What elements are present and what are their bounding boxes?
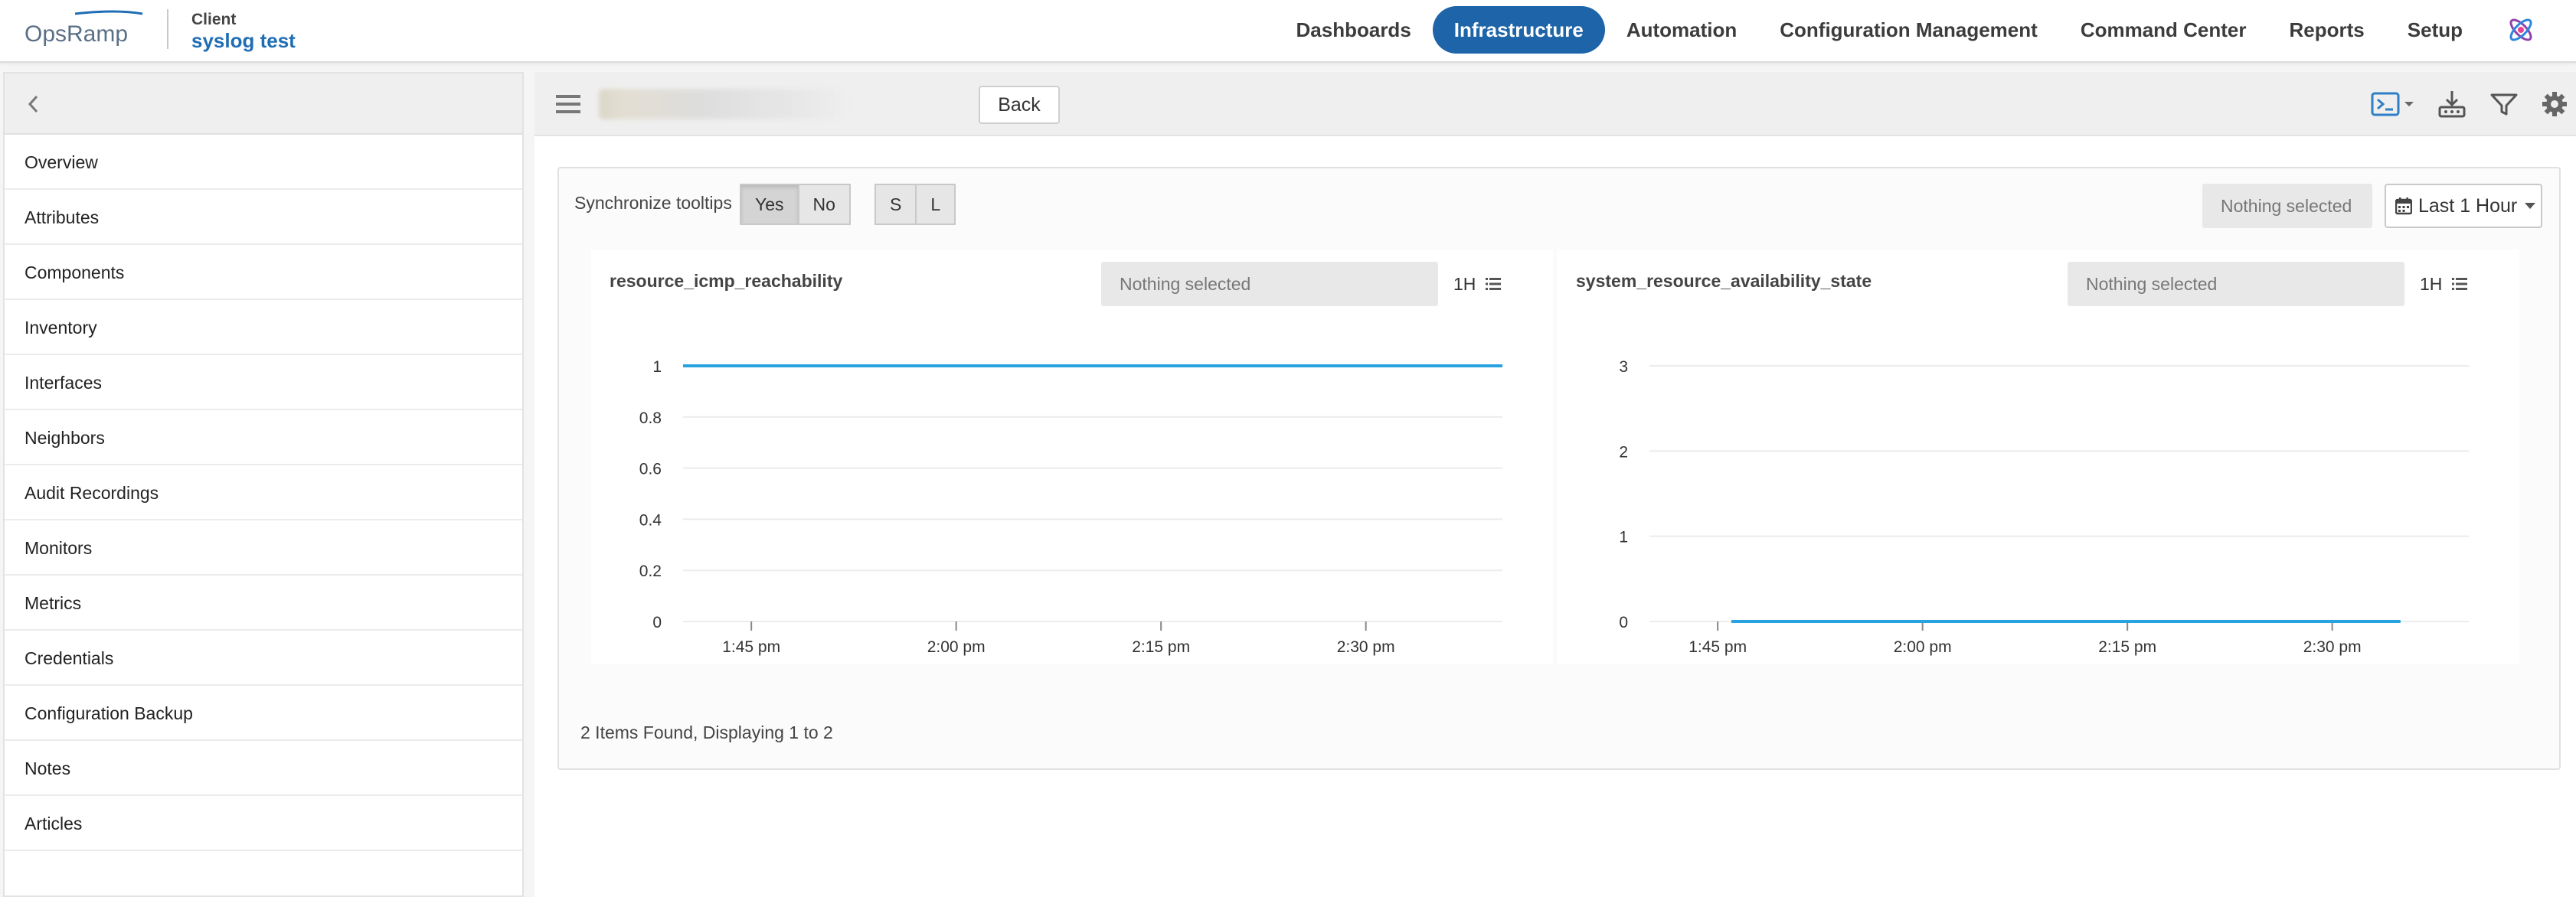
chart-card-icmp-reachability: resource_icmp_reachability Nothing selec…: [591, 250, 1553, 664]
y-tick-label: 3: [1619, 358, 1628, 376]
gear-icon[interactable]: [2541, 87, 2568, 121]
y-tick-label: 2: [1619, 443, 1628, 461]
logo-divider: [167, 9, 168, 49]
y-tick-label: 0.4: [639, 511, 662, 529]
x-tick-label: 1:45 pm: [722, 638, 780, 656]
sidebar-item-articles[interactable]: Articles: [5, 796, 522, 851]
chart-metric-select[interactable]: Nothing selected: [1101, 262, 1438, 306]
sidebar-item-inventory[interactable]: Inventory: [5, 300, 522, 355]
back-button[interactable]: Back: [979, 86, 1060, 124]
metrics-panel: Synchronize tooltips Yes No S L Nothing …: [557, 167, 2561, 770]
sidebar-item-attributes[interactable]: Attributes: [5, 190, 522, 245]
chart-size-toggle: S L: [874, 184, 956, 225]
chart-card-availability-state: system_resource_availability_state Nothi…: [1558, 250, 2519, 664]
sidebar-item-notes[interactable]: Notes: [5, 741, 522, 796]
sync-no-button[interactable]: No: [799, 184, 851, 225]
chart-metric-select[interactable]: Nothing selected: [2068, 262, 2404, 306]
global-metric-select[interactable]: Nothing selected: [2202, 184, 2372, 228]
chart-title: resource_icmp_reachability: [610, 271, 843, 291]
resource-sidebar: Overview Attributes Components Inventory…: [3, 72, 524, 897]
nav-dashboards[interactable]: Dashboards: [1275, 6, 1433, 54]
x-tick-label: 2:00 pm: [1894, 638, 1952, 656]
nav-automation[interactable]: Automation: [1605, 6, 1758, 54]
y-tick-label: 0: [1619, 614, 1628, 631]
sidebar-item-neighbors[interactable]: Neighbors: [5, 410, 522, 465]
y-tick-label: 0: [652, 614, 662, 631]
sidebar-header: [5, 73, 522, 135]
nav-reports[interactable]: Reports: [2268, 6, 2386, 54]
sidebar-item-interfaces[interactable]: Interfaces: [5, 355, 522, 410]
icmp-reachability-chart[interactable]: 0 0.2 0.4 0.6 0.8 1 1:45 pm 2:00 pm 2:15 pm 2:30 …: [591, 326, 1553, 663]
sidebar-item-overview[interactable]: Overview: [5, 135, 522, 190]
availability-state-chart[interactable]: 0 1 2 3 1:45 pm 2:00 pm 2:15 pm 2:30 pm: [1558, 326, 2519, 663]
sync-tooltips-label: Synchronize tooltips: [574, 193, 732, 213]
x-tick-label: 2:00 pm: [927, 638, 986, 656]
items-found-text: 2 Items Found, Displaying 1 to 2: [580, 722, 833, 742]
chevron-left-icon[interactable]: [23, 92, 44, 116]
main-content: Back Synchronize tooltips Yes No S L Not…: [534, 72, 2576, 897]
chart-range-label[interactable]: 1H: [1453, 274, 1476, 295]
x-tick-label: 2:30 pm: [2303, 638, 2362, 656]
download-icon[interactable]: [2437, 87, 2467, 121]
resource-breadcrumb[interactable]: [599, 89, 852, 119]
y-tick-label: 0.6: [639, 461, 662, 478]
x-tick-label: 1:45 pm: [1688, 638, 1747, 656]
y-tick-label: 0.2: [639, 563, 662, 580]
nav-command-center[interactable]: Command Center: [2059, 6, 2268, 54]
nav-setup[interactable]: Setup: [2386, 6, 2484, 54]
list-icon[interactable]: [1486, 277, 1501, 291]
sync-yes-button[interactable]: Yes: [740, 184, 799, 225]
toolbar-actions: [2349, 87, 2568, 121]
time-range-value: Last 1 Hour: [2418, 194, 2518, 217]
sidebar-item-audit-recordings[interactable]: Audit Recordings: [5, 465, 522, 520]
sidebar-item-components[interactable]: Components: [5, 245, 522, 300]
client-name: syslog test: [191, 29, 296, 52]
nav-infrastructure[interactable]: Infrastructure: [1432, 6, 1605, 54]
nav-configuration-management[interactable]: Configuration Management: [1758, 6, 2059, 54]
top-navigation-bar: OpsRamp Client syslog test Dashboards In…: [0, 0, 2576, 63]
calendar-icon: [2395, 197, 2412, 215]
y-tick-label: 1: [1619, 529, 1628, 546]
svg-text:OpsRamp: OpsRamp: [25, 21, 128, 47]
time-range-dropdown[interactable]: Last 1 Hour: [2385, 184, 2542, 228]
main-toolbar: Back: [534, 72, 2576, 136]
client-label: Client: [191, 11, 237, 28]
sync-tooltips-toggle: Yes No: [740, 184, 851, 225]
chart-title: system_resource_availability_state: [1576, 271, 1872, 291]
opsramp-logo[interactable]: OpsRamp: [25, 8, 147, 54]
list-icon[interactable]: [2452, 277, 2467, 291]
client-info[interactable]: Client syslog test: [191, 11, 296, 52]
sidebar-item-metrics[interactable]: Metrics: [5, 576, 522, 631]
y-tick-label: 0.8: [639, 409, 662, 427]
chart-range-label[interactable]: 1H: [2420, 274, 2442, 295]
x-tick-label: 2:30 pm: [1337, 638, 1395, 656]
sidebar-item-credentials[interactable]: Credentials: [5, 631, 522, 686]
chevron-down-icon: [2525, 203, 2536, 209]
size-small-button[interactable]: S: [874, 184, 917, 225]
sidebar-item-monitors[interactable]: Monitors: [5, 520, 522, 576]
y-tick-label: 1: [652, 358, 662, 376]
x-tick-label: 2:15 pm: [1132, 638, 1190, 656]
main-nav: Dashboards Infrastructure Automation Con…: [1275, 5, 2576, 55]
size-large-button[interactable]: L: [917, 184, 956, 225]
sidebar-item-configuration-backup[interactable]: Configuration Backup: [5, 686, 522, 741]
x-tick-label: 2:15 pm: [2098, 638, 2156, 656]
apps-icon[interactable]: [2506, 15, 2536, 45]
filter-icon[interactable]: [2489, 87, 2519, 121]
hamburger-icon[interactable]: [554, 90, 582, 118]
terminal-icon[interactable]: [2371, 87, 2415, 121]
